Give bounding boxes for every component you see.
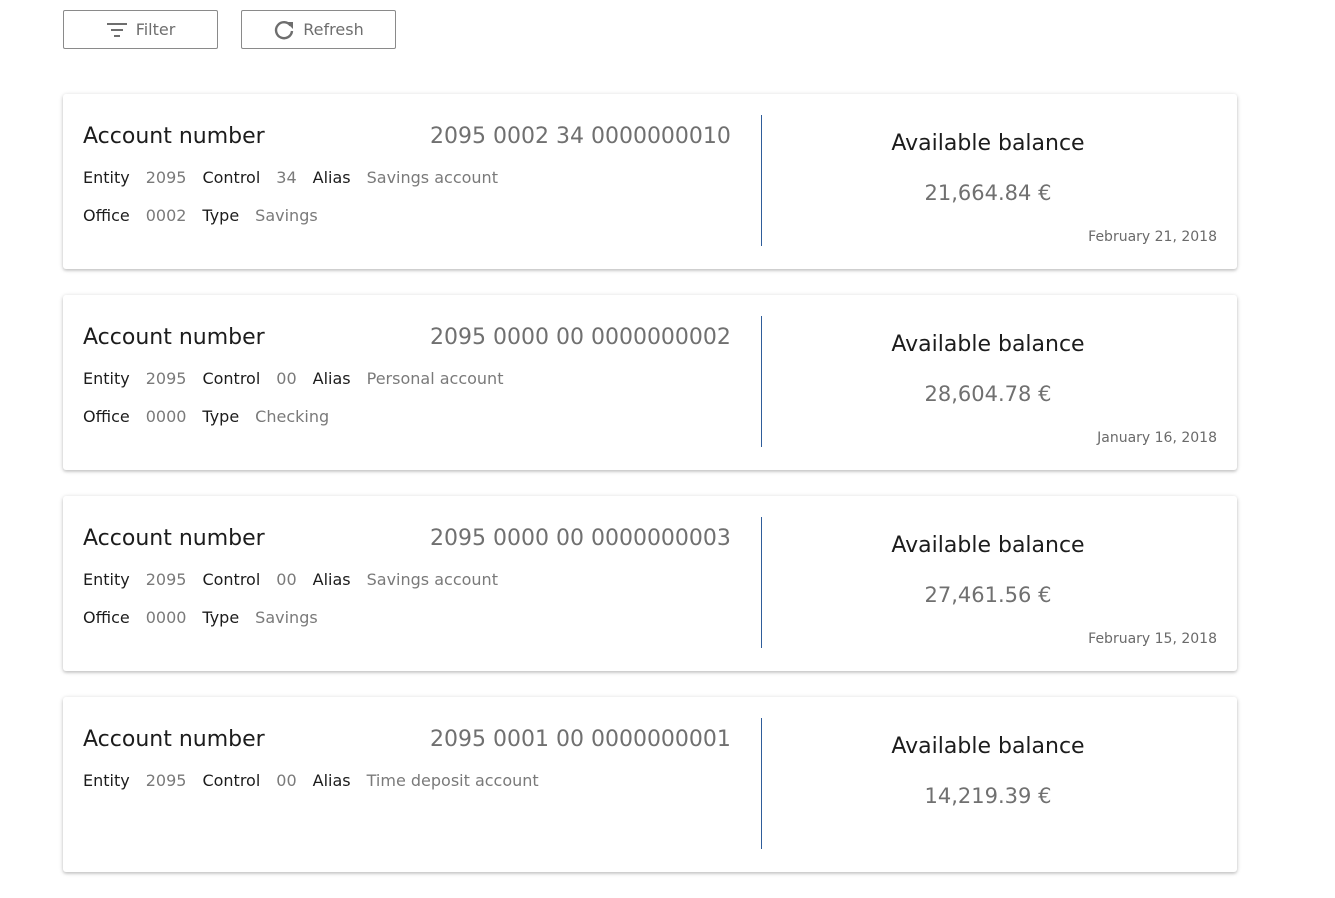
alias-label: Alias bbox=[312, 570, 351, 589]
account-card[interactable]: Account number 2095 0000 00 0000000003 E… bbox=[63, 496, 1237, 671]
account-number-value: 2095 0001 00 0000000001 bbox=[430, 727, 731, 752]
toolbar: Filter Refresh bbox=[63, 10, 396, 49]
filter-button[interactable]: Filter bbox=[63, 10, 218, 49]
balance-date: January 16, 2018 bbox=[1097, 430, 1217, 446]
office-value: 0000 bbox=[145, 608, 187, 627]
entity-value: 2095 bbox=[145, 570, 187, 589]
office-label: Office bbox=[83, 206, 130, 225]
balance-section: Available balance 21,664.84 € February 2… bbox=[762, 94, 1237, 269]
alias-label: Alias bbox=[312, 771, 351, 790]
account-number-label: Account number bbox=[83, 526, 265, 551]
type-value: Savings bbox=[255, 206, 318, 225]
account-number-value: 2095 0000 00 0000000003 bbox=[430, 526, 731, 551]
account-list: Account number 2095 0002 34 0000000010 E… bbox=[63, 94, 1237, 898]
type-label: Type bbox=[202, 407, 240, 426]
filter-button-label: Filter bbox=[135, 20, 176, 39]
entity-value: 2095 bbox=[145, 369, 187, 388]
alias-label: Alias bbox=[312, 369, 351, 388]
account-number-label: Account number bbox=[83, 325, 265, 350]
type-value: Savings bbox=[255, 608, 318, 627]
type-label: Type bbox=[202, 608, 240, 627]
available-balance-label: Available balance bbox=[891, 332, 1085, 357]
office-label: Office bbox=[83, 608, 130, 627]
entity-label: Entity bbox=[83, 168, 130, 187]
control-label: Control bbox=[202, 771, 261, 790]
control-label: Control bbox=[202, 369, 261, 388]
account-details: Account number 2095 0002 34 0000000010 E… bbox=[83, 124, 743, 225]
account-card[interactable]: Account number 2095 0001 00 0000000001 E… bbox=[63, 697, 1237, 872]
available-balance-label: Available balance bbox=[891, 734, 1085, 759]
alias-value: Personal account bbox=[366, 369, 504, 388]
alias-value: Time deposit account bbox=[366, 771, 539, 790]
available-balance-value: 21,664.84 € bbox=[924, 181, 1052, 205]
account-card[interactable]: Account number 2095 0002 34 0000000010 E… bbox=[63, 94, 1237, 269]
available-balance-label: Available balance bbox=[891, 533, 1085, 558]
filter-icon bbox=[106, 21, 128, 39]
account-number-label: Account number bbox=[83, 727, 265, 752]
control-value: 00 bbox=[276, 369, 297, 388]
account-number-value: 2095 0002 34 0000000010 bbox=[430, 124, 731, 149]
account-details: Account number 2095 0000 00 0000000002 E… bbox=[83, 325, 743, 426]
balance-section: Available balance 14,219.39 € bbox=[762, 697, 1237, 872]
office-label: Office bbox=[83, 407, 130, 426]
account-number-value: 2095 0000 00 0000000002 bbox=[430, 325, 731, 350]
refresh-button[interactable]: Refresh bbox=[241, 10, 396, 49]
account-number-label: Account number bbox=[83, 124, 265, 149]
entity-label: Entity bbox=[83, 771, 130, 790]
control-label: Control bbox=[202, 168, 261, 187]
entity-label: Entity bbox=[83, 570, 130, 589]
account-card[interactable]: Account number 2095 0000 00 0000000002 E… bbox=[63, 295, 1237, 470]
balance-date: February 21, 2018 bbox=[1088, 229, 1217, 245]
balance-date: February 15, 2018 bbox=[1088, 631, 1217, 647]
alias-label: Alias bbox=[312, 168, 351, 187]
alias-value: Savings account bbox=[366, 168, 498, 187]
entity-value: 2095 bbox=[145, 168, 187, 187]
refresh-button-label: Refresh bbox=[303, 20, 364, 39]
entity-label: Entity bbox=[83, 369, 130, 388]
office-value: 0002 bbox=[145, 206, 187, 225]
available-balance-label: Available balance bbox=[891, 131, 1085, 156]
available-balance-value: 27,461.56 € bbox=[924, 583, 1052, 607]
available-balance-value: 28,604.78 € bbox=[924, 382, 1052, 406]
control-value: 34 bbox=[276, 168, 297, 187]
control-label: Control bbox=[202, 570, 261, 589]
office-value: 0000 bbox=[145, 407, 187, 426]
account-details: Account number 2095 0001 00 0000000001 E… bbox=[83, 727, 743, 790]
control-value: 00 bbox=[276, 771, 297, 790]
type-label: Type bbox=[202, 206, 240, 225]
type-value: Checking bbox=[255, 407, 330, 426]
alias-value: Savings account bbox=[366, 570, 498, 589]
available-balance-value: 14,219.39 € bbox=[924, 784, 1052, 808]
balance-section: Available balance 27,461.56 € February 1… bbox=[762, 496, 1237, 671]
refresh-icon bbox=[273, 19, 295, 41]
account-details: Account number 2095 0000 00 0000000003 E… bbox=[83, 526, 743, 627]
control-value: 00 bbox=[276, 570, 297, 589]
balance-section: Available balance 28,604.78 € January 16… bbox=[762, 295, 1237, 470]
entity-value: 2095 bbox=[145, 771, 187, 790]
